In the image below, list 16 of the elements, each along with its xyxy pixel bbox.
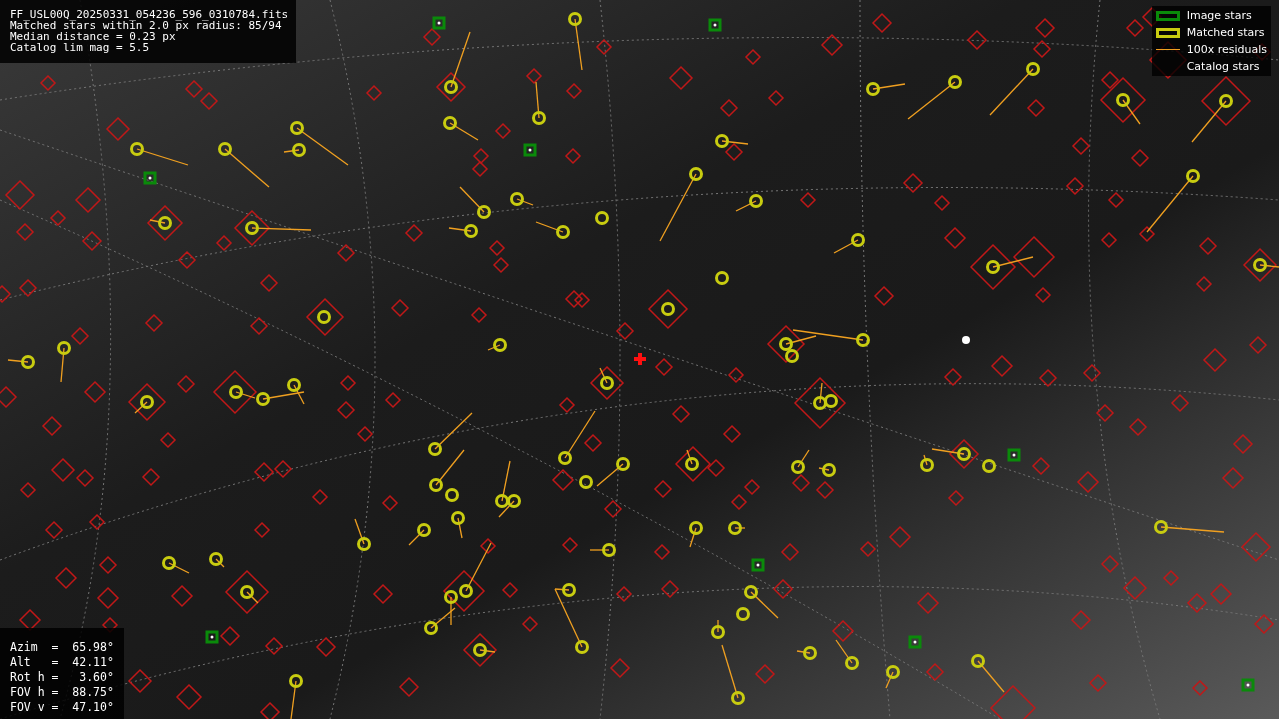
matched-star-swatch-icon bbox=[1155, 27, 1180, 38]
legend-label: Catalog stars bbox=[1186, 60, 1260, 73]
pointing-text: Azim = 65.98° bbox=[10, 640, 114, 655]
pointing-text: FOV h = 88.75° bbox=[10, 685, 114, 700]
legend-label: 100x residuals bbox=[1186, 43, 1267, 56]
residual-line-icon bbox=[1155, 48, 1180, 51]
info-text: Matched stars within 2.0 px radius: 85/94 bbox=[10, 20, 282, 31]
info-text: Catalog lim mag = 5.5 bbox=[10, 42, 151, 53]
pointing-text: Rot h = 3.60° bbox=[10, 670, 114, 685]
pointing-text: Alt = 42.11° bbox=[10, 655, 114, 670]
image-star-swatch-icon bbox=[1155, 10, 1180, 21]
pointing-text: FOV v = 47.10° bbox=[10, 700, 114, 715]
legend-label: Matched stars bbox=[1186, 26, 1265, 39]
info-text: Median distance = 0.23 px bbox=[10, 31, 176, 42]
info-text: FF_USL00Q_20250331_054236_596_0310784.fits bbox=[10, 9, 289, 20]
legend-label: Image stars bbox=[1186, 9, 1252, 22]
